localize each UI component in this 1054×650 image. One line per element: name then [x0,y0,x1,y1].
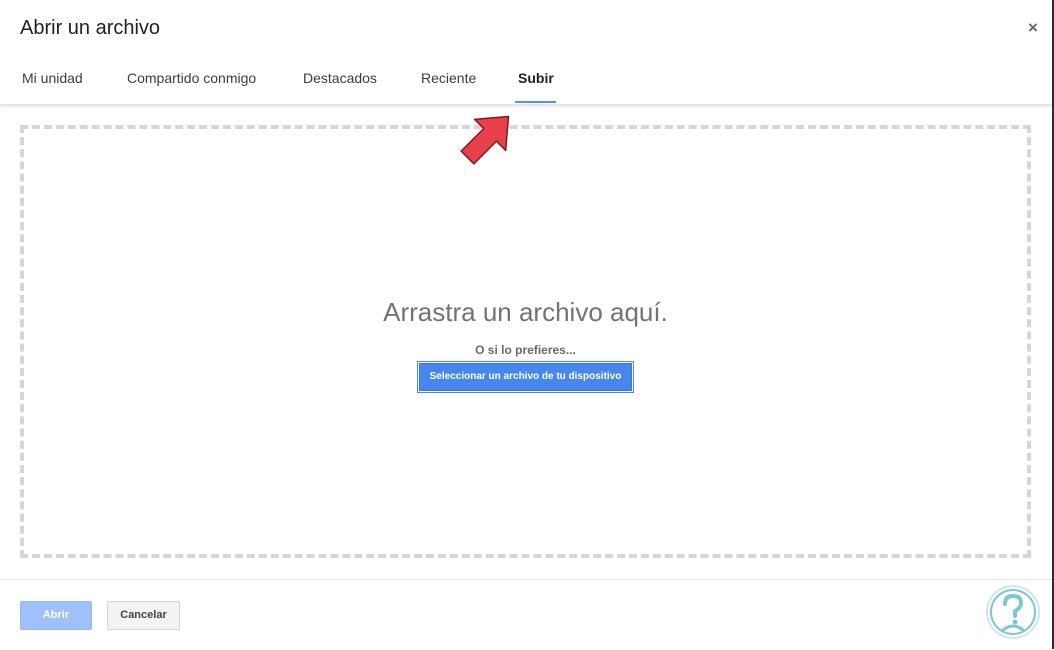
tab-reciente[interactable]: Reciente [421,70,476,86]
dialog-footer: Abrir Cancelar [0,579,1052,650]
close-icon[interactable]: × [1024,18,1042,38]
tab-bar: Mi unidad Compartido conmigo Destacados … [0,58,1052,105]
tab-destacados[interactable]: Destacados [303,70,377,86]
cancel-button[interactable]: Cancelar [107,601,180,630]
dropzone-title: Arrastra un archivo aquí. [383,297,668,327]
tab-subir[interactable]: Subir [518,70,554,86]
pointer-arrow-annotation [460,115,510,165]
select-file-button[interactable]: Seleccionar un archivo de tu dispositivo [418,362,633,392]
open-file-dialog: Abrir un archivo × Mi unidad Compartido … [0,0,1054,649]
dropzone-or-text: O si lo prefieres... [475,343,576,357]
dialog-title: Abrir un archivo [20,17,161,39]
active-tab-indicator [515,101,556,103]
question-person-logo [986,585,1040,639]
tab-mi-unidad[interactable]: Mi unidad [22,70,83,86]
open-button[interactable]: Abrir [20,601,92,630]
tab-compartido-conmigo[interactable]: Compartido conmigo [127,70,256,86]
upload-dropzone[interactable]: Arrastra un archivo aquí. O si lo prefie… [20,125,1031,558]
